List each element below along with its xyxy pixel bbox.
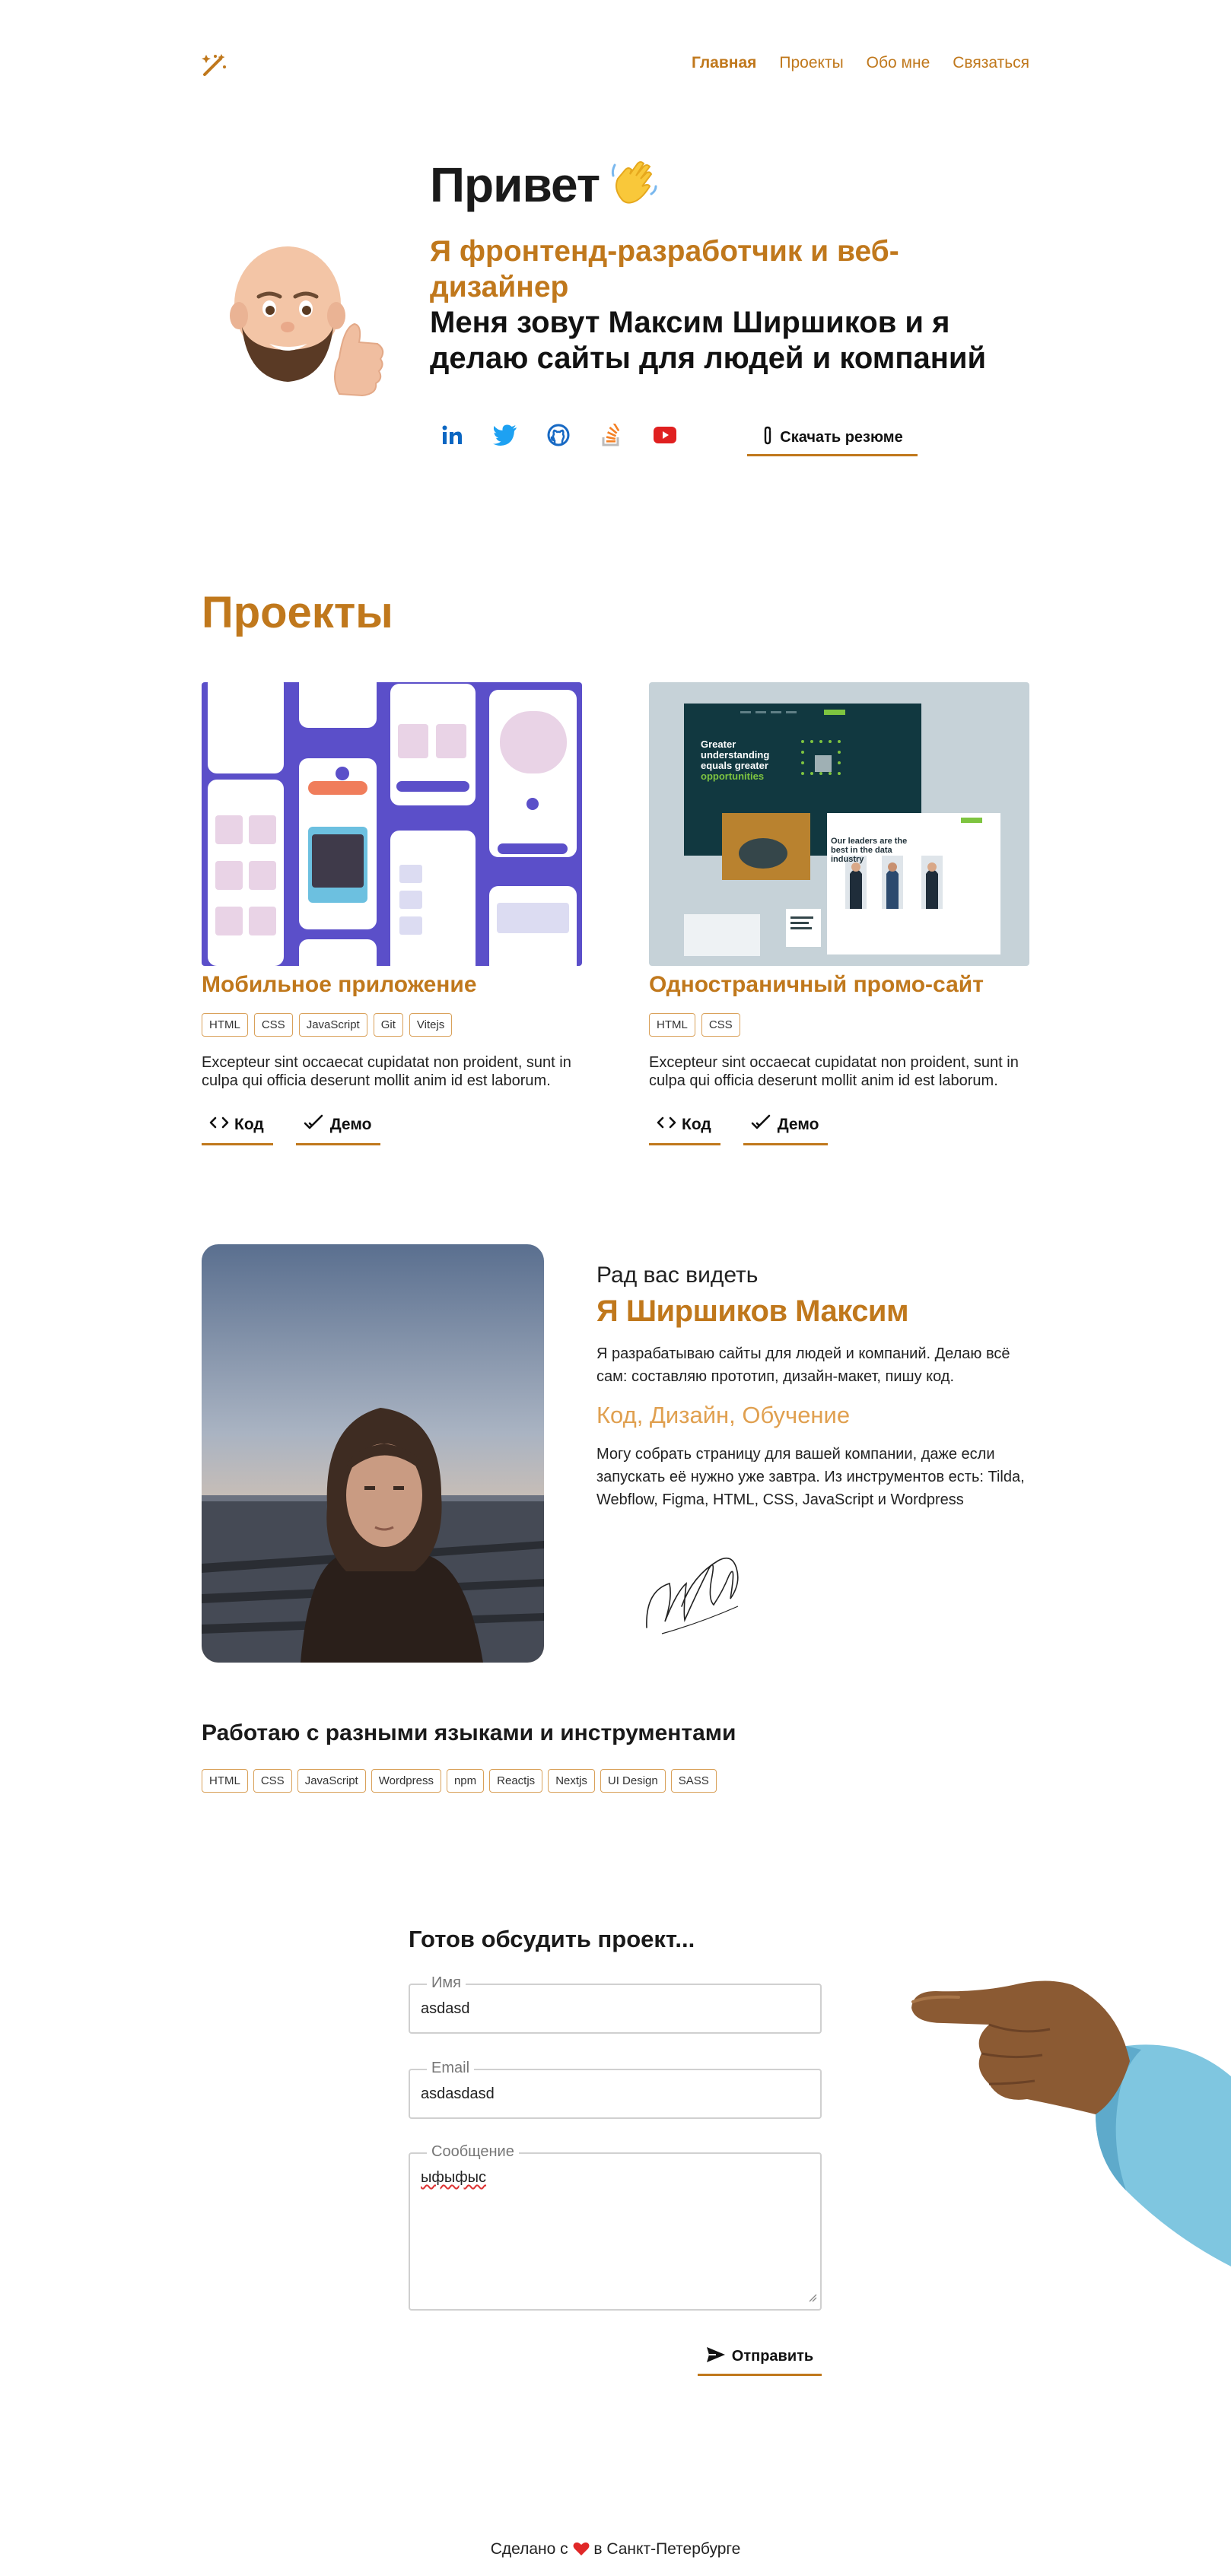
download-resume-button[interactable]: Скачать резюме — [747, 421, 918, 456]
tool-tag: Wordpress — [371, 1769, 441, 1793]
project-tags: HTML CSS — [649, 1013, 1029, 1037]
tools-tags: HTML CSS JavaScript Wordpress npm Reactj… — [202, 1769, 717, 1793]
tool-tag: Nextjs — [548, 1769, 595, 1793]
project-preview-promo-site[interactable] — [649, 682, 1029, 966]
nav-link-contact[interactable]: Связаться — [953, 54, 1029, 72]
tag: CSS — [701, 1013, 740, 1037]
footer-text: в Санкт-Петербурге — [593, 2540, 741, 2558]
tools-heading: Работаю с разными языками и инструментам… — [202, 1720, 736, 1745]
heart-icon — [573, 2540, 594, 2558]
footer-text: Сделано с — [490, 2540, 568, 2558]
email-field-label: Email — [427, 2060, 475, 2077]
about-paragraph: Я разрабатываю сайты для людей и компани… — [596, 1345, 1010, 1385]
project-tags: HTML CSS JavaScript Git Vitejs — [202, 1013, 582, 1037]
about-paragraph: Могу собрать страницу для вашей компании… — [596, 1446, 1025, 1508]
magic-wand-icon[interactable] — [202, 52, 227, 78]
contact-heading: Готов обсудить проект... — [409, 1926, 695, 1952]
hero-subtitle: Я фронтенд-разработчик и веб-дизайнер — [430, 235, 899, 303]
tool-tag: npm — [446, 1769, 485, 1793]
name-field-value[interactable]: asdasd — [421, 2000, 470, 2018]
tool-tag: SASS — [670, 1769, 717, 1793]
message-field[interactable]: Сообщение ыфыфыс — [409, 2143, 822, 2311]
about-name: Я Ширшиков Максим — [596, 1294, 909, 1328]
tag: HTML — [202, 1013, 248, 1037]
hero-title: Привет — [430, 156, 659, 218]
project-description: Excepteur sint occaecat cupidatat non pr… — [649, 1054, 1019, 1089]
name-field-label: Имя — [427, 1974, 466, 1992]
signature-image — [639, 1538, 746, 1641]
message-field-value[interactable]: ыфыфыс — [421, 2169, 486, 2187]
footer: Сделано с в Санкт-Петербурге — [0, 2540, 1231, 2559]
tag: CSS — [253, 1013, 293, 1037]
tool-tag: CSS — [253, 1769, 292, 1793]
nav-link-projects[interactable]: Проекты — [779, 54, 843, 72]
project-code-button[interactable]: Код — [649, 1111, 720, 1145]
project-code-button[interactable]: Код — [202, 1111, 273, 1145]
project-title: Мобильное приложение — [202, 972, 477, 997]
tool-tag: JavaScript — [297, 1769, 366, 1793]
about-greeting: Рад вас видеть — [596, 1263, 759, 1288]
project-preview-mobile-app[interactable] — [202, 682, 582, 966]
author-photo — [202, 1244, 544, 1663]
tag: HTML — [649, 1013, 695, 1037]
project-demo-button[interactable]: Демо — [295, 1111, 381, 1145]
email-field[interactable]: Email asdasdasd — [409, 2060, 822, 2119]
tag: Vitejs — [409, 1013, 453, 1037]
hero-intro: Меня зовут Максим Ширшиков и я делаю сай… — [430, 306, 987, 375]
resize-handle-icon[interactable] — [808, 2292, 817, 2306]
code-icon — [657, 1116, 676, 1134]
send-button[interactable]: Отправить — [698, 2339, 822, 2376]
stackoverflow-icon[interactable] — [600, 423, 624, 447]
email-field-value[interactable]: asdasdasd — [421, 2085, 495, 2103]
tag: Git — [373, 1013, 403, 1037]
double-check-icon — [751, 1114, 772, 1136]
promo-preview-hero-text: Greater understanding equals greater opp… — [701, 738, 770, 782]
tag: JavaScript — [298, 1013, 367, 1037]
message-field-label: Сообщение — [427, 2143, 519, 2161]
name-field[interactable]: Имя asdasd — [409, 1974, 822, 2034]
project-description: Excepteur sint occaecat cupidatat non pr… — [202, 1054, 571, 1089]
memoji-avatar — [225, 243, 388, 411]
tool-tag: HTML — [202, 1769, 248, 1793]
social-links — [440, 423, 677, 447]
project-demo-button[interactable]: Демо — [743, 1111, 829, 1145]
site-header: Главная Проекты Обо мне Связаться — [202, 52, 1029, 78]
main-nav: Главная Проекты Обо мне Связаться — [692, 54, 1029, 72]
project-title: Одностраничный промо-сайт — [649, 972, 984, 997]
tool-tag: UI Design — [600, 1769, 666, 1793]
nav-link-home[interactable]: Главная — [692, 54, 756, 72]
linkedin-icon[interactable] — [440, 423, 464, 447]
youtube-icon[interactable] — [653, 423, 677, 447]
nav-link-about[interactable]: Обо мне — [867, 54, 930, 72]
download-resume-label: Скачать резюме — [780, 429, 903, 446]
projects-heading: Проекты — [202, 588, 393, 637]
pointing-hand-illustration — [867, 1962, 1231, 2297]
twitter-icon[interactable] — [493, 423, 517, 447]
code-icon — [209, 1116, 229, 1134]
double-check-icon — [304, 1114, 325, 1136]
github-icon[interactable] — [546, 423, 571, 447]
promo-preview-leaders-text: Our leaders are the best in the data ind… — [831, 837, 908, 864]
tool-tag: Reactjs — [489, 1769, 543, 1793]
about-section: Рад вас видеть Я Ширшиков Максим Я разра… — [596, 1263, 1030, 1511]
paperclip-icon — [762, 426, 774, 450]
waving-hand-icon — [609, 156, 659, 218]
about-skills: Код, Дизайн, Обучение — [596, 1402, 851, 1428]
project-actions: Код Демо — [202, 1111, 582, 1145]
send-icon — [706, 2346, 726, 2368]
project-actions: Код Демо — [649, 1111, 1029, 1145]
project-card-mobile: Мобильное приложение HTML CSS JavaScript… — [202, 682, 582, 1145]
